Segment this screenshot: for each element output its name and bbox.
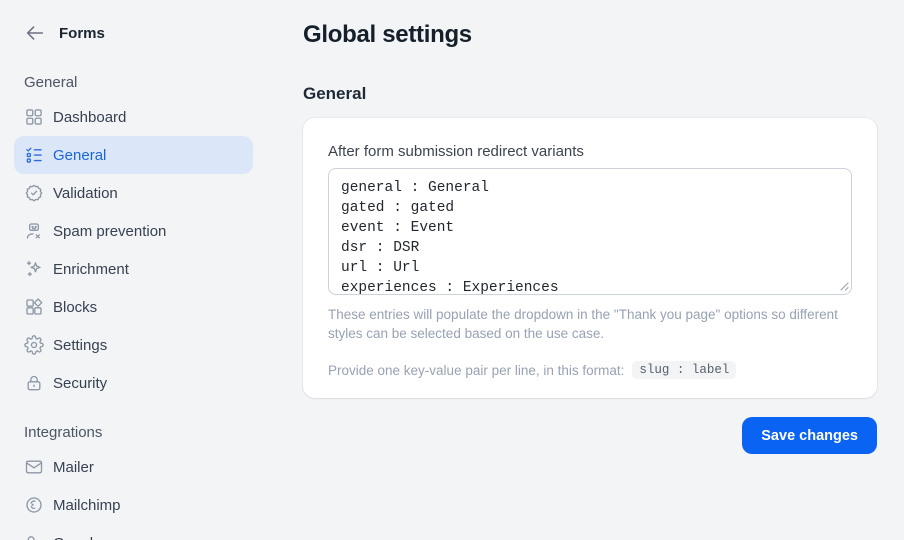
- sidebar-item-label: Enrichment: [53, 261, 129, 278]
- editor-wrap: [328, 168, 852, 295]
- sidebar-item-mailer[interactable]: Mailer: [14, 448, 253, 486]
- sidebar-item-label: Validation: [53, 185, 118, 202]
- sidebar-item-settings[interactable]: Settings: [14, 326, 253, 364]
- section-heading: General: [303, 84, 877, 104]
- sidebar-section-title-integrations: Integrations: [24, 424, 280, 444]
- sidebar-item-label: Security: [53, 375, 107, 392]
- key-icon: [24, 533, 44, 540]
- back-label: Forms: [59, 25, 105, 42]
- arrow-left-icon: [24, 22, 46, 44]
- sidebar-item-label: Mailer: [53, 459, 94, 476]
- format-text: Provide one key-value pair per line, in …: [328, 363, 624, 378]
- sidebar-item-label: Settings: [53, 337, 107, 354]
- sidebar-section-title-general: General: [24, 74, 280, 94]
- sidebar-nav-integrations: Mailer Mailchimp Google: [14, 448, 280, 540]
- gear-icon: [24, 335, 44, 355]
- mailchimp-icon: [24, 495, 44, 515]
- sidebar-item-mailchimp[interactable]: Mailchimp: [14, 486, 253, 524]
- sidebar-item-label: Mailchimp: [53, 497, 121, 514]
- sidebar-item-label: Spam prevention: [53, 223, 166, 240]
- save-row: Save changes: [303, 417, 877, 454]
- sidebar-item-spam-prevention[interactable]: Spam prevention: [14, 212, 253, 250]
- blocks-icon: [24, 297, 44, 317]
- redirect-variants-textarea[interactable]: [328, 168, 852, 295]
- sidebar-nav-general: Dashboard General Validation Spam preventio…: [14, 98, 280, 402]
- format-row: Provide one key-value pair per line, in …: [328, 361, 852, 379]
- badge-check-icon: [24, 183, 44, 203]
- sidebar-item-google[interactable]: Google: [14, 524, 253, 540]
- page-title: Global settings: [303, 21, 877, 49]
- lock-icon: [24, 373, 44, 393]
- sidebar-item-dashboard[interactable]: Dashboard: [14, 98, 253, 136]
- settings-card: After form submission redirect variants …: [303, 118, 877, 398]
- back-to-forms[interactable]: Forms: [14, 20, 280, 46]
- sidebar-item-label: General: [53, 147, 106, 164]
- save-changes-button[interactable]: Save changes: [742, 417, 877, 454]
- checklist-icon: [24, 145, 44, 165]
- dashboard-icon: [24, 107, 44, 127]
- sparkles-icon: [24, 259, 44, 279]
- sidebar-item-label: Blocks: [53, 299, 97, 316]
- field-label: After form submission redirect variants: [328, 143, 852, 160]
- sidebar-item-enrichment[interactable]: Enrichment: [14, 250, 253, 288]
- sidebar-item-label: Google: [53, 535, 101, 540]
- sidebar: Forms General Dashboard General Validation S…: [0, 0, 280, 540]
- main-content: Global settings General After form submi…: [303, 0, 877, 454]
- envelope-icon: [24, 457, 44, 477]
- sidebar-item-security[interactable]: Security: [14, 364, 253, 402]
- sidebar-item-label: Dashboard: [53, 109, 126, 126]
- app-window: Forms General Dashboard General Validation S…: [0, 0, 904, 540]
- robot-icon: [24, 221, 44, 241]
- sidebar-item-blocks[interactable]: Blocks: [14, 288, 253, 326]
- sidebar-item-validation[interactable]: Validation: [14, 174, 253, 212]
- help-text: These entries will populate the dropdown…: [328, 305, 850, 343]
- format-code-chip: slug : label: [632, 361, 736, 379]
- sidebar-item-general[interactable]: General: [14, 136, 253, 174]
